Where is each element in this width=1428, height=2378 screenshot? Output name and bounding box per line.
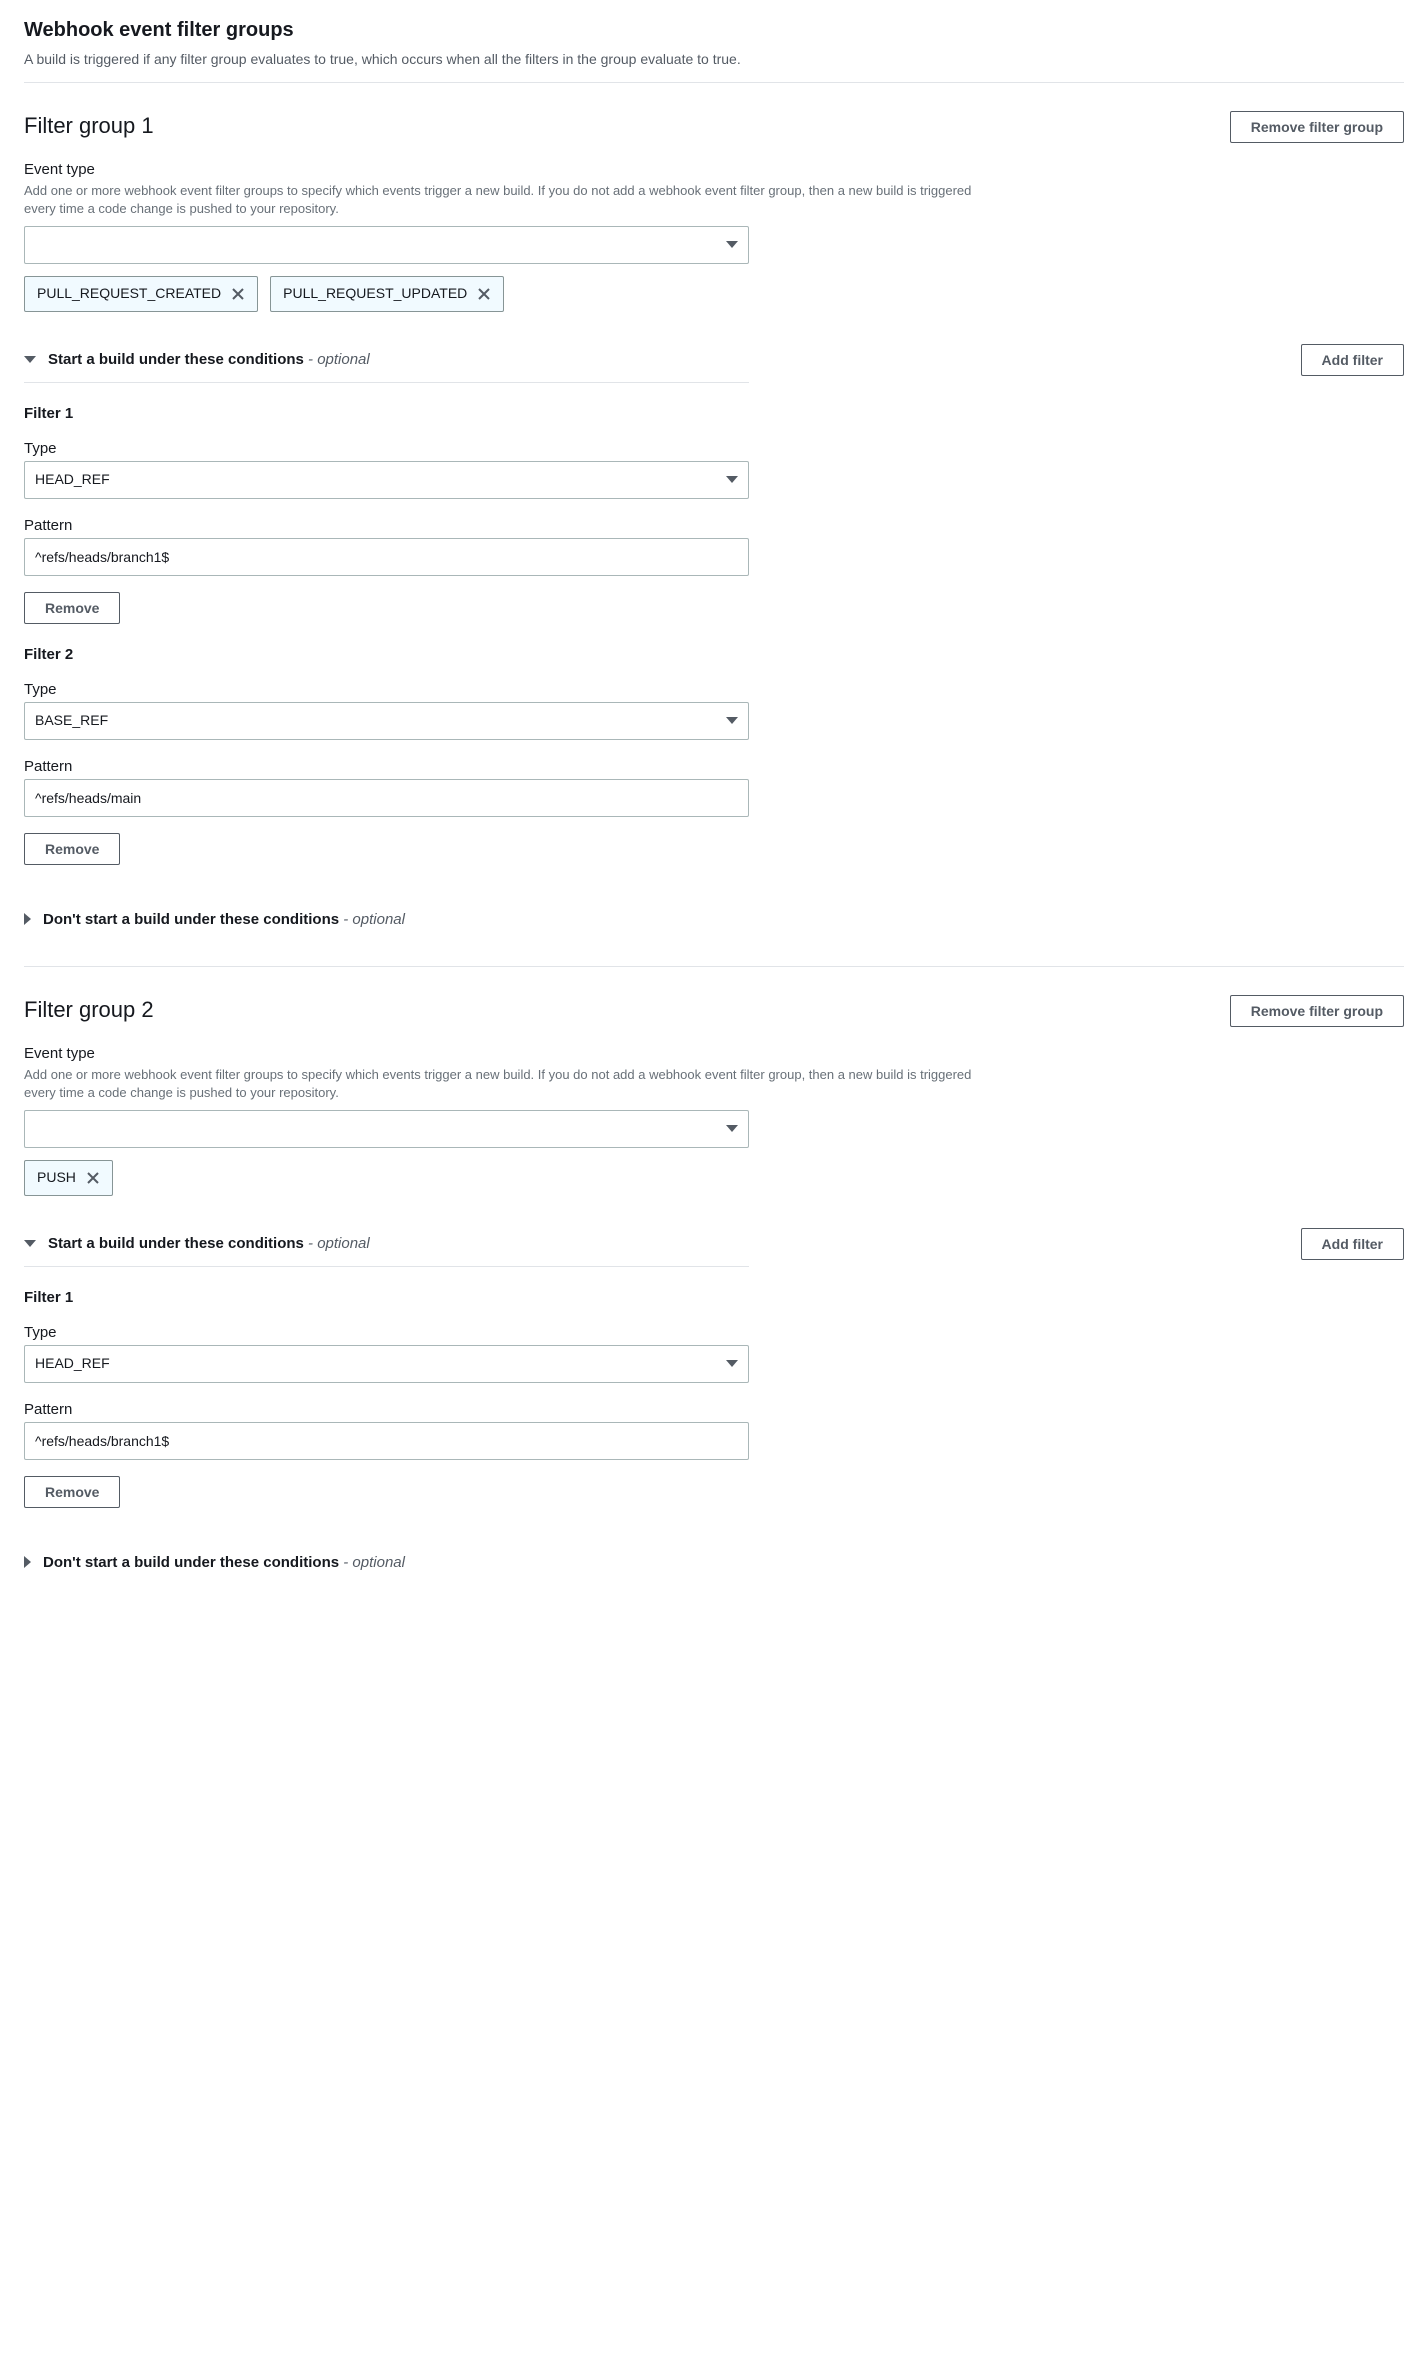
filter-type-select-value: BASE_REF: [35, 711, 108, 731]
chevron-down-icon: [726, 241, 738, 248]
optional-suffix: - optional: [339, 911, 405, 928]
event-type-token: PULL_REQUEST_CREATED: [24, 276, 258, 312]
filter-pattern-input[interactable]: [24, 779, 749, 817]
start-build-conditions-label: Start a build under these conditions: [48, 1235, 304, 1252]
chevron-down-icon: [726, 1360, 738, 1367]
filter-pattern-label: Pattern: [24, 515, 749, 536]
start-build-conditions-toggle[interactable]: Start a build under these conditions - o…: [24, 349, 1277, 370]
optional-suffix: - optional: [304, 1235, 370, 1252]
filter-block: Filter 1 Type HEAD_REF Pattern Remove: [24, 403, 749, 624]
close-icon: [477, 287, 491, 301]
remove-filter-group-button[interactable]: Remove filter group: [1230, 995, 1404, 1027]
chevron-down-icon: [726, 1125, 738, 1132]
token-remove-button[interactable]: [86, 1171, 100, 1185]
page-description: A build is triggered if any filter group…: [24, 50, 1404, 70]
event-type-token: PUSH: [24, 1160, 113, 1196]
filter-group: Filter group 2 Remove filter group Event…: [24, 995, 1404, 1573]
chevron-right-icon: [24, 913, 31, 925]
filter-group-title: Filter group 2: [24, 995, 154, 1026]
chevron-down-icon: [24, 356, 36, 363]
filter-block: Filter 1 Type HEAD_REF Pattern Remove: [24, 1287, 749, 1508]
page-title: Webhook event filter groups: [24, 16, 1404, 44]
chevron-down-icon: [24, 1240, 36, 1247]
event-type-label: Event type: [24, 159, 749, 180]
dont-start-build-conditions-label: Don't start a build under these conditio…: [43, 911, 339, 928]
event-type-token: PULL_REQUEST_UPDATED: [270, 276, 504, 312]
filter-type-select[interactable]: HEAD_REF: [24, 1345, 749, 1383]
start-build-conditions-title: Start a build under these conditions - o…: [48, 1233, 370, 1254]
add-filter-button[interactable]: Add filter: [1301, 1228, 1404, 1260]
chevron-down-icon: [726, 476, 738, 483]
filter-group: Filter group 1 Remove filter group Event…: [24, 111, 1404, 930]
divider: [24, 82, 1404, 83]
filter-type-label: Type: [24, 438, 749, 459]
start-build-conditions-toggle[interactable]: Start a build under these conditions - o…: [24, 1233, 1277, 1254]
remove-filter-button[interactable]: Remove: [24, 1476, 120, 1508]
filter-type-label: Type: [24, 1322, 749, 1343]
event-type-help: Add one or more webhook event filter gro…: [24, 1066, 994, 1102]
dont-start-build-conditions-toggle[interactable]: Don't start a build under these conditio…: [24, 909, 1404, 930]
event-type-select[interactable]: [24, 226, 749, 264]
event-type-label: Event type: [24, 1043, 749, 1064]
start-build-conditions-label: Start a build under these conditions: [48, 351, 304, 368]
filter-type-label: Type: [24, 679, 749, 700]
divider: [24, 1266, 749, 1267]
filter-name: Filter 2: [24, 644, 749, 665]
remove-filter-button[interactable]: Remove: [24, 833, 120, 865]
start-build-conditions-title: Start a build under these conditions - o…: [48, 349, 370, 370]
divider: [24, 382, 749, 383]
dont-start-build-conditions-title: Don't start a build under these conditio…: [43, 909, 405, 930]
divider: [24, 966, 1404, 967]
filter-pattern-input[interactable]: [24, 538, 749, 576]
optional-suffix: - optional: [339, 1554, 405, 1571]
add-filter-button[interactable]: Add filter: [1301, 344, 1404, 376]
filter-block: Filter 2 Type BASE_REF Pattern Remove: [24, 644, 749, 865]
filter-pattern-label: Pattern: [24, 1399, 749, 1420]
filter-pattern-label: Pattern: [24, 756, 749, 777]
close-icon: [86, 1171, 100, 1185]
filter-type-select[interactable]: HEAD_REF: [24, 461, 749, 499]
chevron-right-icon: [24, 1556, 31, 1568]
remove-filter-group-button[interactable]: Remove filter group: [1230, 111, 1404, 143]
filter-type-select-value: HEAD_REF: [35, 1354, 110, 1374]
dont-start-build-conditions-label: Don't start a build under these conditio…: [43, 1554, 339, 1571]
filter-type-select[interactable]: BASE_REF: [24, 702, 749, 740]
event-type-select[interactable]: [24, 1110, 749, 1148]
filter-group-title: Filter group 1: [24, 111, 154, 142]
dont-start-build-conditions-toggle[interactable]: Don't start a build under these conditio…: [24, 1552, 1404, 1573]
filter-pattern-input[interactable]: [24, 1422, 749, 1460]
remove-filter-button[interactable]: Remove: [24, 592, 120, 624]
filter-name: Filter 1: [24, 1287, 749, 1308]
dont-start-build-conditions-title: Don't start a build under these conditio…: [43, 1552, 405, 1573]
event-type-help: Add one or more webhook event filter gro…: [24, 182, 994, 218]
close-icon: [231, 287, 245, 301]
event-type-token-label: PULL_REQUEST_CREATED: [37, 284, 221, 304]
event-type-token-label: PULL_REQUEST_UPDATED: [283, 284, 467, 304]
optional-suffix: - optional: [304, 351, 370, 368]
chevron-down-icon: [726, 717, 738, 724]
filter-name: Filter 1: [24, 403, 749, 424]
filter-type-select-value: HEAD_REF: [35, 470, 110, 490]
event-type-token-label: PUSH: [37, 1168, 76, 1188]
token-remove-button[interactable]: [477, 287, 491, 301]
token-remove-button[interactable]: [231, 287, 245, 301]
